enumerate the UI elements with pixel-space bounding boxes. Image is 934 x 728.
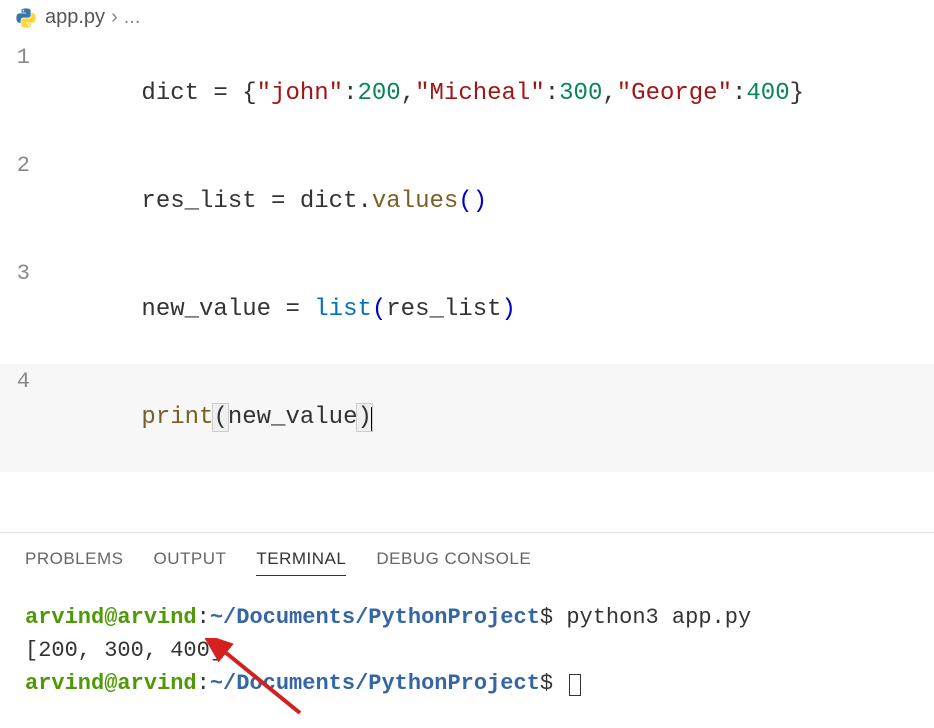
code-line-4[interactable]: 4 print(new_value) [0,364,934,472]
line-number: 4 [0,365,55,398]
terminal-cursor [569,674,581,696]
breadcrumb-filename[interactable]: app.py [45,6,105,29]
panel-tabs: PROBLEMS OUTPUT TERMINAL DEBUG CONSOLE [0,533,934,586]
code-editor[interactable]: 1 dict = {"john":200,"Micheal":300,"Geor… [0,35,934,502]
breadcrumb-dots[interactable]: ... [124,6,141,29]
python-icon [15,7,37,29]
code-line-2[interactable]: 2 res_list = dict.values() [0,148,934,256]
line-number: 2 [0,149,55,182]
tab-terminal[interactable]: TERMINAL [256,549,346,576]
line-number: 3 [0,257,55,290]
terminal-line-1: arvind@arvind:~/Documents/PythonProject$… [25,601,909,634]
code-line-3[interactable]: 3 new_value = list(res_list) [0,256,934,364]
tab-debug-console[interactable]: DEBUG CONSOLE [376,549,531,576]
code-line-1[interactable]: 1 dict = {"john":200,"Micheal":300,"Geor… [0,40,934,148]
breadcrumb-separator: › [111,6,118,29]
terminal-line-3: arvind@arvind:~/Documents/PythonProject$ [25,667,909,700]
editor-cursor [371,407,372,431]
tab-problems[interactable]: PROBLEMS [25,549,123,576]
terminal-panel[interactable]: arvind@arvind:~/Documents/PythonProject$… [0,586,934,715]
tab-output[interactable]: OUTPUT [153,549,226,576]
terminal-output: [200, 300, 400] [25,634,909,667]
breadcrumb[interactable]: app.py › ... [0,0,934,35]
line-number: 1 [0,41,55,74]
